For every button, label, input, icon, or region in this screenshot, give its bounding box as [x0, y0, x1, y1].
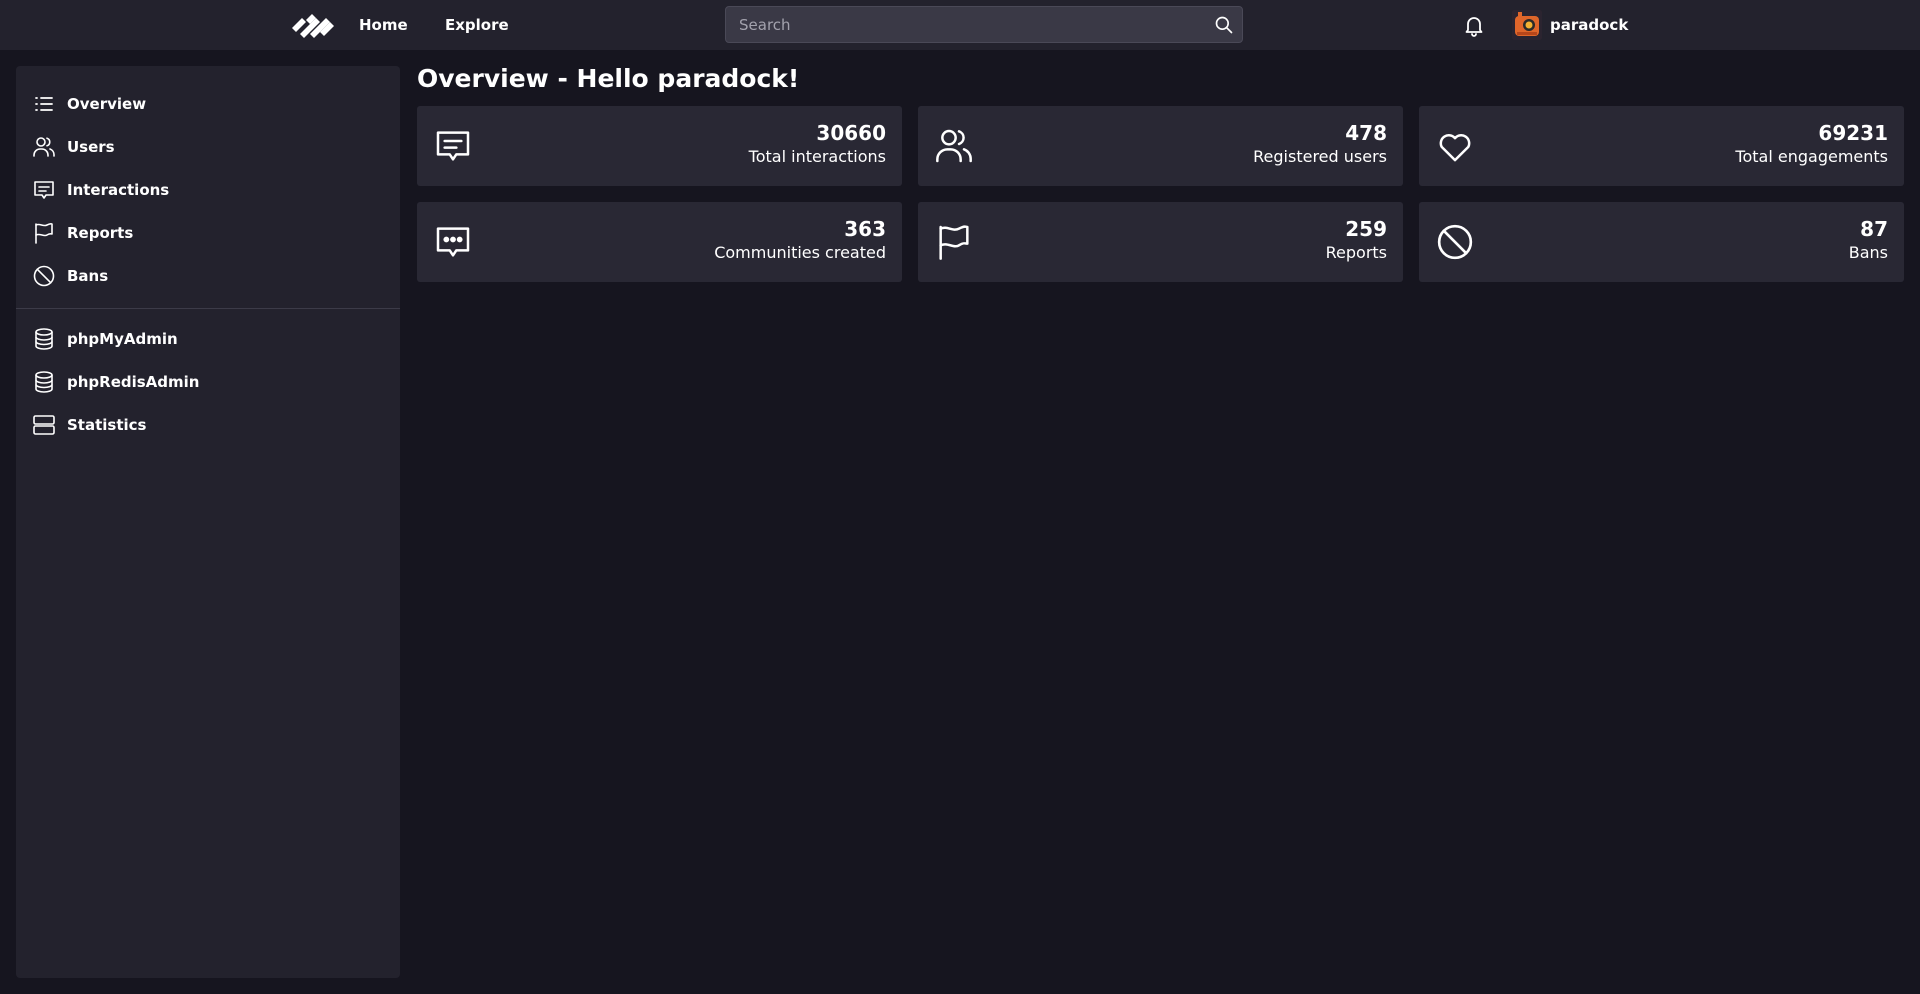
- stat-label: Communities created: [714, 243, 886, 262]
- logo-icon[interactable]: [292, 10, 334, 40]
- search-input[interactable]: [726, 7, 1196, 42]
- flag-icon: [939, 225, 969, 260]
- message-dots-icon: [436, 227, 470, 257]
- stat-label: Total engagements: [1735, 147, 1888, 166]
- ban-icon: [33, 265, 55, 287]
- stat-card-communities: 363 Communities created: [417, 202, 902, 282]
- sidebar-item-label: Overview: [67, 95, 147, 113]
- stat-value: 478: [1345, 121, 1387, 145]
- stat-card-reports: 259 Reports: [918, 202, 1403, 282]
- sidebar-item-reports[interactable]: Reports: [16, 213, 400, 253]
- sidebar-item-phpredisadmin[interactable]: phpRedisAdmin: [16, 362, 400, 402]
- stat-card-bans: 87 Bans: [1419, 202, 1904, 282]
- stat-value: 259: [1345, 217, 1387, 241]
- ban-icon: [1437, 224, 1473, 260]
- list-icon: [35, 97, 53, 111]
- page-title: Overview - Hello paradock!: [417, 64, 800, 93]
- stat-label: Reports: [1325, 243, 1387, 262]
- sidebar-item-label: Bans: [67, 267, 109, 285]
- stat-card-engagements: 69231 Total engagements: [1419, 106, 1904, 186]
- sidebar-item-label: phpMyAdmin: [67, 330, 178, 348]
- sidebar-item-phpmyadmin[interactable]: phpMyAdmin: [16, 319, 400, 359]
- nav-explore-link[interactable]: Explore: [445, 0, 509, 50]
- stat-value: 69231: [1818, 121, 1888, 145]
- sidebar-item-label: Statistics: [67, 416, 147, 434]
- sidebar-item-bans[interactable]: Bans: [16, 256, 400, 296]
- sidebar-item-label: Reports: [67, 224, 134, 242]
- sidebar-item-overview[interactable]: Overview: [16, 84, 400, 124]
- heart-icon: [1439, 134, 1471, 162]
- stat-value: 363: [844, 217, 886, 241]
- stat-label: Bans: [1848, 243, 1888, 262]
- database-icon: [35, 371, 53, 393]
- search-icon[interactable]: [1214, 15, 1234, 35]
- sidebar-item-users[interactable]: Users: [16, 127, 400, 167]
- nav-home-link[interactable]: Home: [359, 0, 408, 50]
- stat-label: Total interactions: [748, 147, 886, 166]
- sidebar-item-label: Users: [67, 138, 115, 156]
- flag-icon: [35, 222, 53, 244]
- server-icon: [33, 415, 55, 435]
- top-navbar: Home Explore paradock: [0, 0, 1920, 50]
- sidebar-item-label: Interactions: [67, 181, 170, 199]
- bell-icon[interactable]: [1462, 13, 1486, 37]
- users-icon: [936, 129, 972, 163]
- username: paradock: [1550, 16, 1629, 34]
- stat-card-interactions: 30660 Total interactions: [417, 106, 902, 186]
- message-icon: [34, 181, 54, 199]
- stat-value: 87: [1860, 217, 1888, 241]
- sidebar: Overview Users Interactions Reports Bans: [16, 66, 400, 978]
- stat-card-users: 478 Registered users: [918, 106, 1403, 186]
- sidebar-divider: [16, 308, 400, 309]
- avatar: [1512, 10, 1542, 40]
- sidebar-item-interactions[interactable]: Interactions: [16, 170, 400, 210]
- sidebar-item-statistics[interactable]: Statistics: [16, 405, 400, 445]
- stat-label: Registered users: [1253, 147, 1387, 166]
- database-icon: [35, 328, 53, 350]
- sidebar-item-label: phpRedisAdmin: [67, 373, 200, 391]
- message-icon: [436, 131, 470, 161]
- users-icon: [33, 137, 55, 157]
- stat-value: 30660: [816, 121, 886, 145]
- search-box: [725, 6, 1243, 43]
